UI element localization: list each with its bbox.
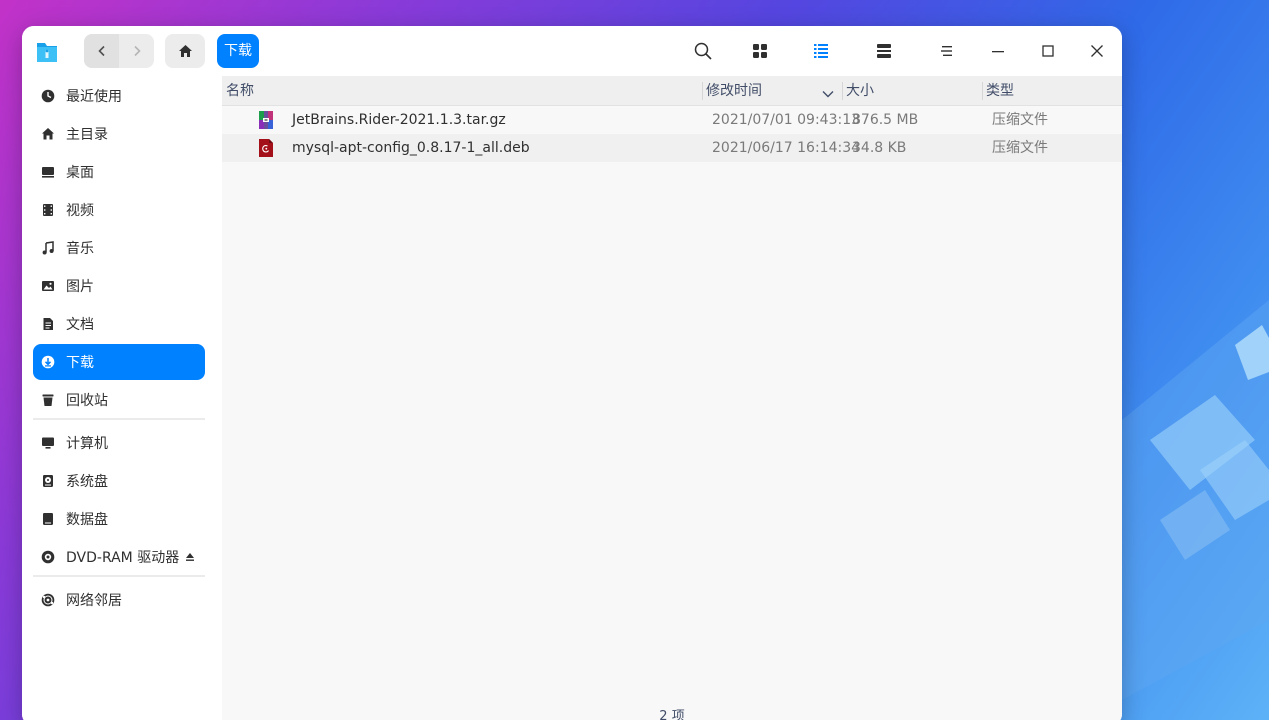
sidebar-item-label: 下载 [66,355,94,371]
sidebar-item-documents[interactable]: 文档 [33,306,205,342]
picture-icon [40,278,56,294]
document-icon [40,316,56,332]
music-icon [40,240,56,256]
sidebar-item-trash[interactable]: 回收站 [33,382,205,418]
file-modified: 2021/07/01 09:43:13 [712,112,861,128]
minimize-icon [992,51,1004,53]
close-button[interactable] [1085,39,1109,63]
sidebar-item-computer[interactable]: 计算机 [33,425,205,461]
video-icon [40,202,56,218]
maximize-icon [1042,45,1054,57]
search-icon [694,42,712,60]
chevron-left-icon [97,45,105,57]
file-type: 压缩文件 [992,112,1048,128]
grid-view-icon [753,44,767,58]
minimize-button[interactable] [986,39,1010,63]
file-list-view: 名称 修改时间 大小 类型 JetBrains.Rider-2021.1.3.t… [222,76,1122,720]
main-menu-button[interactable] [935,39,959,63]
sidebar-item-label: DVD-RAM 驱动器 [66,550,180,566]
sidebar-item-data-disk[interactable]: 数据盘 [33,501,205,537]
eject-icon[interactable] [185,550,195,566]
sidebar-item-recent[interactable]: 最近使用 [33,78,205,114]
detail-view-button[interactable] [872,39,896,63]
sidebar-item-music[interactable]: 音乐 [33,230,205,266]
sidebar-item-label: 主目录 [66,127,108,143]
sidebar-item-videos[interactable]: 视频 [33,192,205,228]
trash-icon [40,392,56,408]
computer-icon [40,435,56,451]
sidebar: 最近使用 主目录 桌面 视频 音乐 图片 文档 下载 回收站 计算机 系统盘 数… [22,76,222,720]
sidebar-divider [33,575,205,577]
search-button[interactable] [691,39,715,63]
file-name: mysql-apt-config_0.8.17-1_all.deb [292,140,530,156]
file-modified: 2021/06/17 16:14:34 [712,140,861,156]
table-row[interactable]: JetBrains.Rider-2021.1.3.tar.gz 2021/07/… [222,106,1122,134]
sidebar-divider [33,418,205,420]
sidebar-item-label: 桌面 [66,165,94,181]
sidebar-item-label: 最近使用 [66,89,122,105]
file-size: 34.8 KB [852,140,907,156]
home-icon [178,45,192,57]
sidebar-item-label: 图片 [66,279,94,295]
close-icon [1091,45,1103,57]
sidebar-item-label: 文档 [66,317,94,333]
sidebar-item-network[interactable]: 网络邻居 [33,582,205,618]
icon-view-button[interactable] [748,39,772,63]
desktop-icon [40,164,56,180]
system-disk-icon [40,473,56,489]
list-view-button[interactable] [809,39,833,63]
sidebar-item-pictures[interactable]: 图片 [33,268,205,304]
column-divider[interactable] [842,82,843,100]
column-header-size[interactable]: 大小 [846,76,874,106]
sidebar-item-label: 视频 [66,203,94,219]
forward-button[interactable] [119,34,154,68]
download-icon [40,354,56,370]
file-manager-window: 下载 最近使用 主目录 桌面 视频 音乐 图片 文档 下载 回收站 计算机 系统… [22,26,1122,720]
titlebar: 下载 [22,26,1122,76]
sort-descending-icon[interactable] [822,86,834,102]
home-icon [40,126,56,142]
network-icon [40,592,56,608]
column-header: 名称 修改时间 大小 类型 [222,76,1122,106]
file-name: JetBrains.Rider-2021.1.3.tar.gz [292,112,506,128]
home-button[interactable] [165,34,205,68]
menu-icon [941,46,952,56]
detail-view-icon [877,44,891,58]
sidebar-item-label: 网络邻居 [66,593,122,609]
sidebar-item-label: 计算机 [66,436,108,452]
table-row[interactable]: mysql-apt-config_0.8.17-1_all.deb 2021/0… [222,134,1122,162]
file-size: 876.5 MB [852,112,919,128]
breadcrumb-current[interactable]: 下载 [217,34,259,68]
sidebar-item-desktop[interactable]: 桌面 [33,154,205,190]
maximize-button[interactable] [1036,39,1060,63]
sidebar-item-label: 数据盘 [66,512,108,528]
clock-icon [40,88,56,104]
list-view-icon [814,44,828,58]
column-divider[interactable] [702,82,703,100]
column-divider[interactable] [982,82,983,100]
archive-file-icon [259,111,273,129]
sidebar-item-dvd-drive[interactable]: DVD-RAM 驱动器 [33,539,205,575]
column-header-modified[interactable]: 修改时间 [706,76,762,106]
sidebar-item-downloads[interactable]: 下载 [33,344,205,380]
sidebar-item-label: 系统盘 [66,474,108,490]
file-manager-logo-icon [37,43,57,62]
navigation-group [84,34,154,68]
optical-drive-icon [40,549,56,565]
sidebar-item-label: 音乐 [66,241,94,257]
deb-package-icon [259,139,273,157]
status-bar-count: 2 项 [659,709,685,720]
data-disk-icon [40,511,56,527]
column-header-type[interactable]: 类型 [986,76,1014,106]
sidebar-item-home[interactable]: 主目录 [33,116,205,152]
sidebar-item-system-disk[interactable]: 系统盘 [33,463,205,499]
column-header-name[interactable]: 名称 [226,76,254,106]
sidebar-item-label: 回收站 [66,393,108,409]
back-button[interactable] [84,34,119,68]
chevron-right-icon [133,45,141,57]
file-type: 压缩文件 [992,140,1048,156]
